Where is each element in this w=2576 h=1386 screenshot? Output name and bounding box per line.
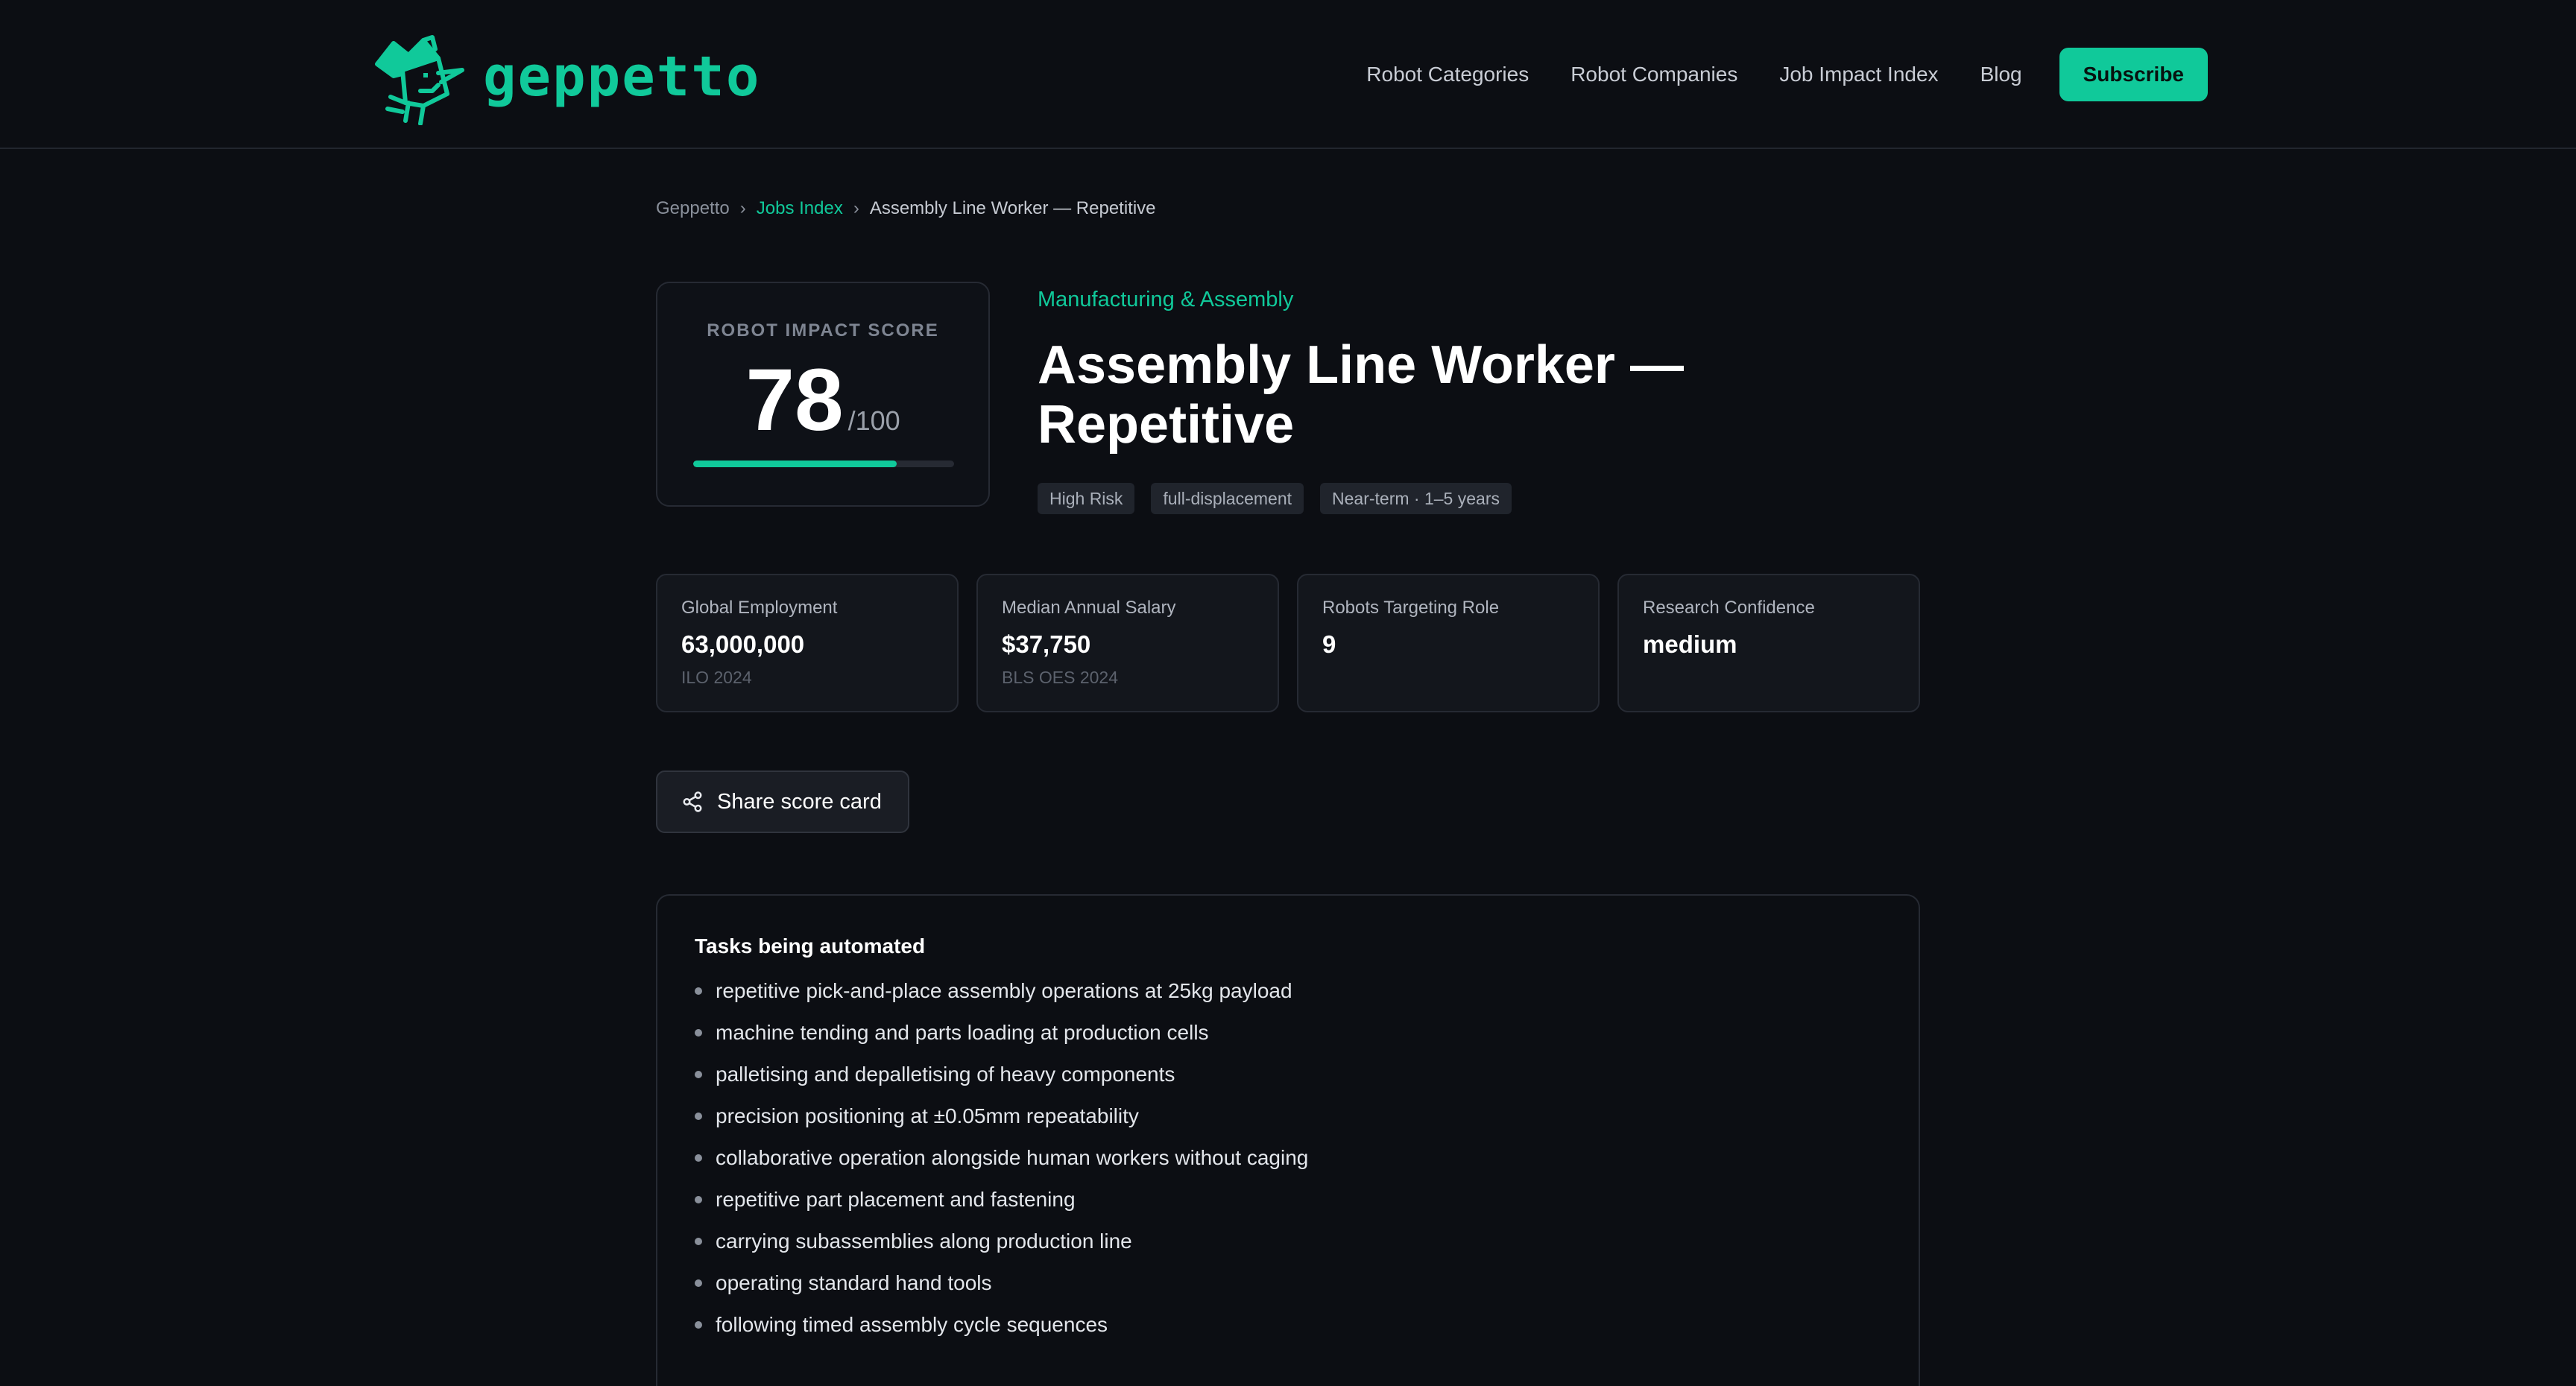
breadcrumb-separator: › [739, 198, 746, 218]
geppetto-mascot-icon [375, 35, 464, 125]
list-item: precision positioning at ±0.05mm repeata… [695, 1103, 1308, 1145]
list-item: repetitive pick-and-place assembly opera… [695, 978, 1308, 1019]
breadcrumb-home-link[interactable]: Geppetto [656, 198, 730, 218]
stat-value: 9 [1322, 630, 1336, 658]
tasks-heading: Tasks being automated [695, 934, 926, 958]
stat-value: medium [1643, 630, 1737, 658]
tasks-automated-panel: Tasks being automated repetitive pick-an… [656, 894, 1920, 1386]
stat-card-median-salary: Median Annual Salary $37,750 BLS OES 202… [976, 574, 1279, 712]
score-label: ROBOT IMPACT SCORE [707, 320, 939, 341]
share-score-card-button[interactable]: Share score card [656, 770, 909, 833]
breadcrumb-jobs-index-link[interactable]: Jobs Index [757, 198, 843, 218]
share-button-label: Share score card [717, 789, 882, 814]
stat-source: BLS OES 2024 [1002, 668, 1118, 687]
nav-job-impact-index[interactable]: Job Impact Index [1779, 46, 1938, 103]
logo[interactable]: geppetto [373, 34, 760, 125]
robot-impact-score-card: ROBOT IMPACT SCORE 78/100 [656, 282, 990, 507]
score-progress-bar [693, 461, 954, 467]
list-item: palletising and depalletising of heavy c… [695, 1061, 1308, 1103]
nav-robot-categories[interactable]: Robot Categories [1366, 46, 1529, 103]
nav-robot-companies[interactable]: Robot Companies [1570, 46, 1737, 103]
list-item: machine tending and parts loading at pro… [695, 1019, 1308, 1061]
stat-label: Robots Targeting Role [1322, 598, 1500, 618]
displacement-type-tag: full-displacement [1151, 483, 1304, 514]
job-tags: High Risk full-displacement Near-term · … [1038, 483, 1528, 514]
task-list: repetitive pick-and-place assembly opera… [695, 978, 1308, 1353]
stats-row: Global Employment 63,000,000 ILO 2024 Me… [656, 574, 1938, 712]
score-value-row: 78/100 [657, 356, 988, 444]
nav-blog[interactable]: Blog [1980, 46, 2022, 103]
breadcrumb-separator: › [853, 198, 859, 218]
logo-wordmark: geppetto [483, 45, 761, 109]
stat-label: Global Employment [681, 598, 838, 618]
list-item: carrying subassemblies along production … [695, 1228, 1308, 1270]
stat-value: 63,000,000 [681, 630, 805, 658]
list-item: collaborative operation alongside human … [695, 1145, 1308, 1186]
score-max: /100 [847, 405, 900, 436]
breadcrumb-current: Assembly Line Worker — Repetitive [869, 198, 1156, 218]
stat-card-global-employment: Global Employment 63,000,000 ILO 2024 [656, 574, 959, 712]
risk-level-tag: High Risk [1038, 483, 1135, 514]
stat-source: ILO 2024 [681, 668, 752, 687]
score-value: 78 [745, 351, 844, 449]
list-item: repetitive part placement and fastening [695, 1186, 1308, 1228]
subscribe-button[interactable]: Subscribe [2059, 48, 2208, 101]
score-progress-fill [693, 461, 897, 467]
stat-card-robots-targeting: Robots Targeting Role 9 [1297, 574, 1600, 712]
stat-card-research-confidence: Research Confidence medium [1617, 574, 1920, 712]
share-icon [683, 791, 702, 812]
page-title: Assembly Line Worker — Repetitive [1038, 335, 1684, 455]
job-category-link[interactable]: Manufacturing & Assembly [1038, 288, 1293, 312]
stat-label: Median Annual Salary [1002, 598, 1176, 618]
stat-label: Research Confidence [1643, 598, 1815, 618]
list-item: following timed assembly cycle sequences [695, 1311, 1308, 1353]
main-nav: Robot Categories Robot Companies Job Imp… [1325, 46, 2208, 103]
list-item: operating standard hand tools [695, 1270, 1308, 1311]
stat-value: $37,750 [1002, 630, 1091, 658]
timeline-tag: Near-term · 1–5 years [1320, 483, 1512, 514]
site-header: geppetto Robot Categories Robot Companie… [0, 0, 2576, 149]
breadcrumb: Geppetto › Jobs Index › Assembly Line Worker… [656, 198, 1156, 219]
